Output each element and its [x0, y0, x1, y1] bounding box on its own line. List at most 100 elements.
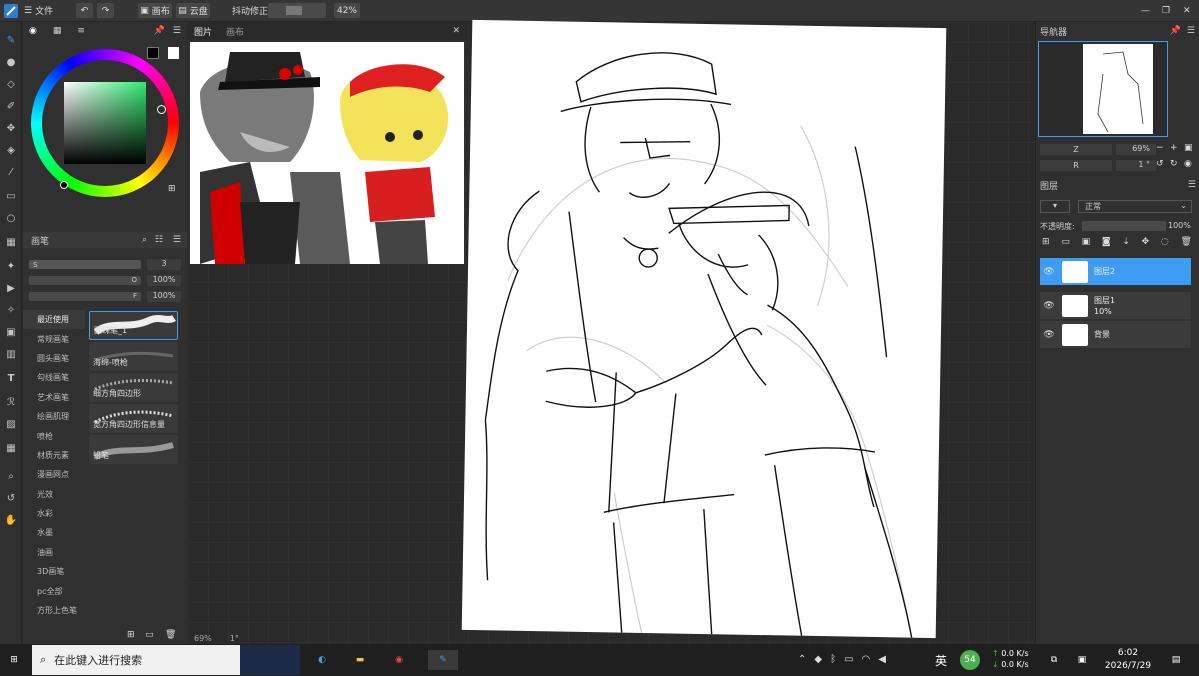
color-swatch-tab-icon[interactable]: ▦	[53, 26, 62, 36]
move-tool-icon[interactable]: ✥	[3, 120, 19, 136]
canvas-button[interactable]: ▣ 画布	[138, 3, 172, 18]
reference-image[interactable]	[190, 42, 464, 264]
saturation-value-square[interactable]	[64, 82, 146, 164]
chrome-icon[interactable]: ◉	[389, 650, 409, 670]
layer-opacity-slider[interactable]	[1082, 221, 1166, 231]
color-history-tab-icon[interactable]: ≡	[77, 26, 85, 36]
size-value[interactable]: 3	[147, 259, 181, 270]
secondary-color-swatch[interactable]	[168, 47, 179, 59]
panel-menu-icon[interactable]: ☰	[173, 235, 181, 245]
action-center-icon[interactable]: ▤	[1166, 650, 1186, 670]
pin-icon[interactable]: 📌	[154, 26, 165, 36]
brush-category-item[interactable]: 喷枪	[23, 426, 85, 445]
rotate-slider[interactable]: R	[1040, 160, 1112, 171]
lasso-select-icon[interactable]: ○	[3, 210, 19, 226]
mask-icon[interactable]: ◙	[1102, 237, 1111, 247]
eraser-tool-icon[interactable]: ◇	[3, 76, 19, 92]
file-explorer-icon[interactable]: ▬	[350, 650, 370, 670]
brush-category-item[interactable]: 漫画网点	[23, 465, 85, 484]
flow-slider[interactable]: F	[29, 292, 141, 301]
brush-category-item[interactable]: 材质元素	[23, 446, 85, 465]
video-tool-icon[interactable]: ▶	[3, 280, 19, 296]
layer-item[interactable]: 👁 图层2	[1040, 258, 1191, 285]
undo-button[interactable]: ↶	[76, 3, 93, 18]
brush-category-item[interactable]: 3D画笔	[23, 562, 85, 581]
wifi-icon[interactable]: ◠	[862, 654, 871, 665]
taskbar-search-input[interactable]: ⌕ 在此键入进行搜索	[32, 645, 300, 675]
brush-item[interactable]: 圆珠笔_1	[89, 311, 178, 340]
brush-item[interactable]: 铅笔	[89, 435, 178, 464]
close-icon[interactable]: ✕	[452, 26, 460, 36]
brush-tool-icon[interactable]: ✐	[3, 98, 19, 114]
layer-opacity-value[interactable]: 100%	[1168, 221, 1191, 230]
clip-icon[interactable]: ◌	[1161, 237, 1169, 247]
screenshot-icon[interactable]: ⧉	[1044, 650, 1064, 670]
brush-category-item[interactable]: 勾线画笔	[23, 368, 85, 387]
reference-tool-icon[interactable]: ▨	[3, 416, 19, 432]
pen-tool-icon[interactable]: ✎	[3, 32, 19, 48]
brush-category-item[interactable]: 方形上色笔	[23, 601, 85, 620]
volume-icon[interactable]: ◀	[878, 654, 886, 665]
delete-icon[interactable]: 🗑	[1181, 237, 1192, 247]
size-slider[interactable]: S	[29, 260, 141, 269]
blend-mode-select[interactable]: 正常 ⌄	[1078, 200, 1192, 213]
ime-indicator[interactable]: 英	[935, 652, 947, 669]
brush-category-item[interactable]: 圆头画笔	[23, 349, 85, 368]
zoom-out-icon[interactable]: −	[1156, 143, 1164, 153]
visibility-icon[interactable]: 👁	[1040, 301, 1058, 311]
reset-rotation-icon[interactable]: ◉	[1184, 159, 1192, 169]
stabilizer-slider[interactable]	[268, 3, 326, 18]
brush-category-item[interactable]: 水彩	[23, 504, 85, 523]
clock[interactable]: 6:02 2026/7/29	[1102, 647, 1154, 673]
layer-color-select[interactable]: ▾	[1040, 200, 1070, 213]
camera-icon[interactable]: ▣	[1072, 650, 1092, 670]
folder-icon[interactable]: ▭	[145, 630, 154, 640]
layer-item[interactable]: 👁 背景	[1040, 321, 1191, 348]
eyedropper-tool-icon[interactable]: ⁄	[3, 164, 19, 180]
brush-category-item[interactable]: 常规画笔	[23, 329, 85, 348]
merge-down-icon[interactable]: ⇣	[1122, 237, 1130, 247]
sv-picker-handle[interactable]	[60, 181, 68, 189]
windows-start-icon[interactable]: ⊞	[4, 650, 24, 670]
notification-badge[interactable]: 54	[960, 650, 980, 670]
fill-tool-icon[interactable]: ◈	[3, 142, 19, 158]
rect-select-icon[interactable]: ▭	[3, 188, 19, 204]
stabilizer-slider-thumb[interactable]	[286, 6, 302, 15]
ruler-tool-icon[interactable]: ℛ	[3, 394, 19, 410]
primary-color-swatch[interactable]	[147, 47, 159, 59]
brush-category-item[interactable]: 油画	[23, 543, 85, 562]
opacity-slider[interactable]: O	[29, 276, 141, 285]
rotate-value[interactable]: 1 °	[1116, 160, 1156, 171]
color-wheel[interactable]	[31, 49, 179, 197]
chevron-up-icon[interactable]: ⌃	[798, 654, 806, 665]
add-swatch-icon[interactable]: ⊞	[168, 184, 176, 194]
brush-category-item[interactable]: pc全部	[23, 581, 85, 600]
smudge-tool-icon[interactable]: ●	[3, 54, 19, 70]
image-tool-icon[interactable]: ▣	[3, 324, 19, 340]
brush-item[interactable]: 细方角四边形	[89, 373, 178, 402]
panel-menu-icon[interactable]: ☰	[1187, 26, 1195, 36]
brush-category-item[interactable]: 水墨	[23, 523, 85, 542]
brush-item[interactable]: 海绵-喷枪	[89, 342, 178, 371]
zoom-slider[interactable]: Z	[1040, 144, 1112, 155]
tab-canvas[interactable]: 画布	[226, 25, 244, 38]
gradient-tool-icon[interactable]: ▦	[3, 234, 19, 250]
redo-button[interactable]: ↷	[97, 3, 114, 18]
layer-item[interactable]: 👁 图层1 10%	[1040, 292, 1191, 319]
transform-icon[interactable]: ✥	[1142, 237, 1150, 247]
tab-image[interactable]: 图片	[194, 25, 212, 38]
rotate-left-icon[interactable]: ↺	[1156, 159, 1164, 169]
panel-menu-icon[interactable]: ☰	[1188, 180, 1196, 190]
hue-picker-handle[interactable]	[157, 105, 166, 114]
bluetooth-icon[interactable]: ᛒ	[830, 654, 836, 665]
edge-icon[interactable]: ◐	[312, 650, 332, 670]
file-menu[interactable]: ☰ 文件	[24, 3, 53, 18]
stabilizer-value[interactable]: 42%	[334, 3, 360, 18]
flow-value[interactable]: 100%	[147, 291, 181, 302]
brush-category-item[interactable]: 绘画肌理	[23, 407, 85, 426]
brush-category-item[interactable]: 最近使用	[23, 310, 85, 330]
cloud-button[interactable]: ▤ 云盘	[176, 3, 210, 18]
hand-tool-icon[interactable]: ✋	[3, 512, 19, 528]
shield-icon[interactable]: ◆	[814, 654, 822, 665]
visibility-icon[interactable]: 👁	[1040, 330, 1058, 340]
